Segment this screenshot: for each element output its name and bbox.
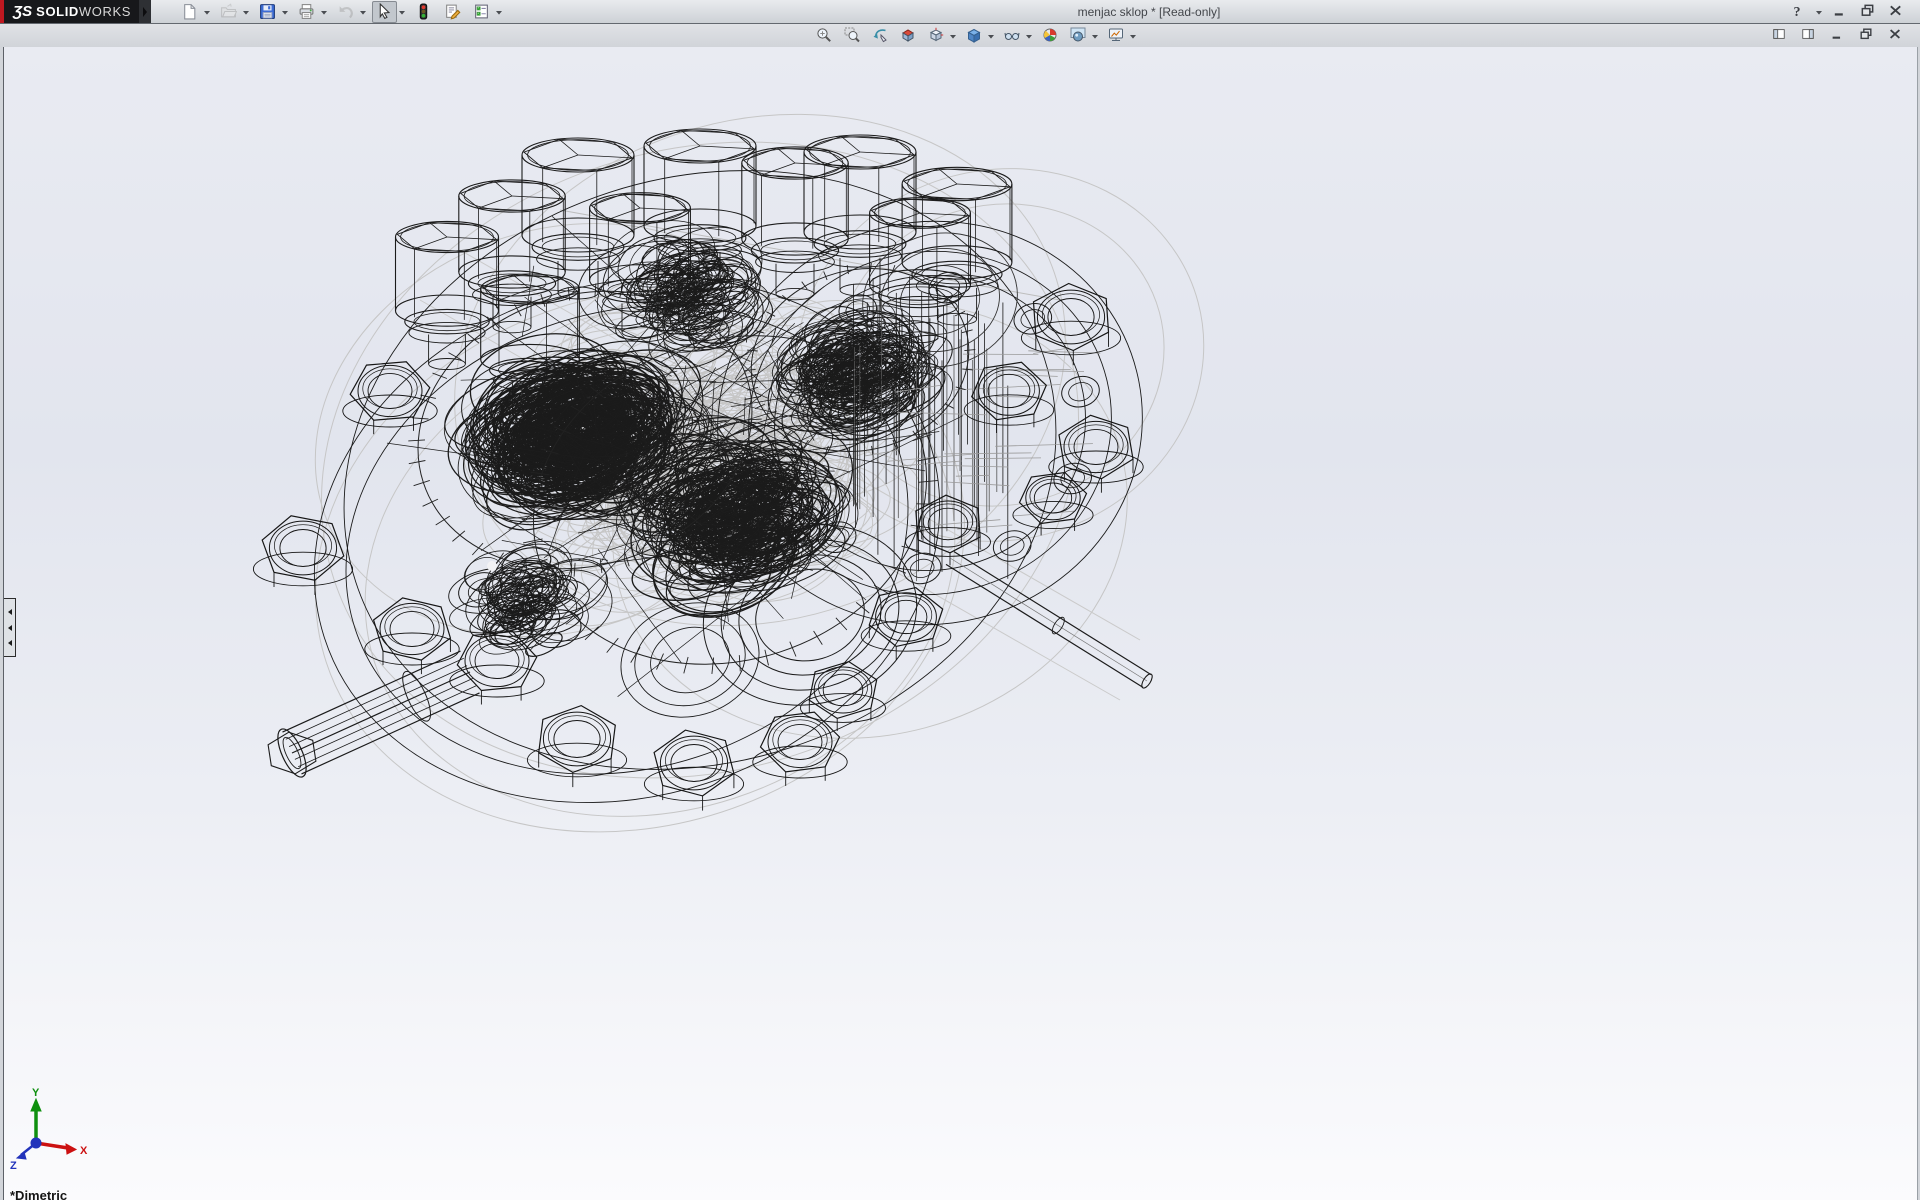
title-bar: ƷS SOLIDWORKS menjac sklop * [Read-only]… — [0, 0, 1920, 24]
help-icon: ? — [1794, 3, 1811, 20]
zoom-to-fit-button[interactable] — [812, 25, 836, 46]
previous-view-button[interactable] — [868, 25, 892, 46]
collapse-arrow-icon — [8, 640, 12, 646]
section-view-icon — [900, 27, 917, 44]
display-style-button[interactable] — [962, 25, 986, 46]
edit-appearance-button[interactable] — [1038, 25, 1062, 46]
apply-scene-button[interactable] — [1066, 25, 1090, 46]
doc-minimize-button[interactable] — [1827, 26, 1850, 45]
help-button-dropdown[interactable] — [1814, 2, 1824, 22]
main-toolbar — [177, 1, 508, 23]
zoom-to-area-button[interactable] — [840, 25, 864, 46]
restore-button[interactable] — [1856, 2, 1880, 22]
restore-icon — [1859, 27, 1876, 44]
zoom-to-fit-icon — [816, 27, 833, 44]
view-orientation-label: *Dimetric — [10, 1188, 67, 1203]
file-properties-button[interactable] — [440, 1, 465, 23]
undo-button-dropdown[interactable] — [358, 2, 368, 22]
save-button-dropdown[interactable] — [280, 2, 290, 22]
wireframe-model-gearbox-assembly[interactable]: Y X Z — [0, 47, 1920, 1200]
rebuild-traffic-light-icon — [415, 3, 432, 20]
select-button-dropdown[interactable] — [397, 2, 407, 22]
undo-button — [333, 1, 358, 23]
new-document-button-dropdown[interactable] — [202, 2, 212, 22]
close-icon — [1888, 27, 1905, 44]
collapse-arrow-icon — [8, 609, 12, 615]
window-title: menjac sklop * [Read-only] — [508, 5, 1790, 19]
print-icon — [298, 3, 315, 20]
hide-show-items-button-dropdown[interactable] — [1024, 26, 1034, 46]
display-style-icon — [966, 27, 983, 44]
open-button-dropdown[interactable] — [241, 2, 251, 22]
menu-bar — [0, 24, 1920, 47]
minimize-icon — [1830, 27, 1847, 44]
new-document-icon — [181, 3, 198, 20]
display-style-button-dropdown[interactable] — [986, 26, 996, 46]
svg-text:X: X — [80, 1145, 88, 1157]
select-cursor-icon — [376, 3, 393, 20]
heads-up-view-toolbar — [812, 24, 1142, 47]
close-button[interactable] — [1884, 2, 1908, 22]
zoom-to-area-icon — [844, 27, 861, 44]
show-right-pane-button[interactable] — [1798, 26, 1821, 45]
menu-expander-arrow-icon[interactable] — [139, 0, 151, 23]
solidworks-logo: ƷS SOLIDWORKS — [0, 0, 151, 23]
view-orientation-button-dropdown[interactable] — [948, 26, 958, 46]
save-button[interactable] — [255, 1, 280, 23]
solidworks-brand-text: SOLIDWORKS — [36, 4, 131, 19]
select-button[interactable] — [372, 1, 397, 23]
save-icon — [259, 3, 276, 20]
doc-restore-button[interactable] — [1856, 26, 1879, 45]
help-button[interactable]: ? — [1790, 2, 1814, 22]
rebuild-button[interactable] — [411, 1, 436, 23]
previous-view-icon — [872, 27, 889, 44]
show-left-pane-button[interactable] — [1769, 26, 1792, 45]
logo-red-stripe — [0, 0, 4, 23]
appearance-sphere-icon — [1042, 27, 1059, 44]
view-settings-icon — [1108, 27, 1125, 44]
new-document-button[interactable] — [177, 1, 202, 23]
view-orientation-button[interactable] — [924, 25, 948, 46]
section-view-button[interactable] — [896, 25, 920, 46]
open-folder-icon — [220, 3, 237, 20]
print-button[interactable] — [294, 1, 319, 23]
eyeglasses-icon — [1004, 27, 1021, 44]
print-button-dropdown[interactable] — [319, 2, 329, 22]
view-orientation-icon — [928, 27, 945, 44]
restore-icon — [1860, 3, 1877, 20]
document-window-controls — [1769, 24, 1914, 47]
feature-manager-collapsed-tab[interactable] — [4, 598, 16, 657]
scene-sphere-icon — [1070, 27, 1087, 44]
doc-close-button[interactable] — [1885, 26, 1908, 45]
pane-right-icon — [1801, 27, 1818, 44]
graphics-area[interactable]: Y X Z *Dimetric — [0, 47, 1920, 1200]
pane-left-icon — [1772, 27, 1789, 44]
hide-show-items-button[interactable] — [1000, 25, 1024, 46]
minimize-button[interactable] — [1828, 2, 1852, 22]
options-button[interactable] — [469, 1, 494, 23]
file-properties-icon — [444, 3, 461, 20]
svg-text:Y: Y — [32, 1087, 40, 1099]
open-button — [216, 1, 241, 23]
options-list-icon — [473, 3, 490, 20]
svg-text:Z: Z — [10, 1160, 17, 1172]
solidworks-logo-mark: ƷS — [13, 3, 32, 20]
window-controls: ? — [1790, 2, 1912, 22]
collapse-arrow-icon — [8, 625, 12, 631]
view-settings-button[interactable] — [1104, 25, 1128, 46]
close-icon — [1888, 3, 1905, 20]
undo-icon — [337, 3, 354, 20]
view-settings-button-dropdown[interactable] — [1128, 26, 1138, 46]
options-button-dropdown[interactable] — [494, 2, 504, 22]
apply-scene-button-dropdown[interactable] — [1090, 26, 1100, 46]
minimize-icon — [1832, 3, 1849, 20]
